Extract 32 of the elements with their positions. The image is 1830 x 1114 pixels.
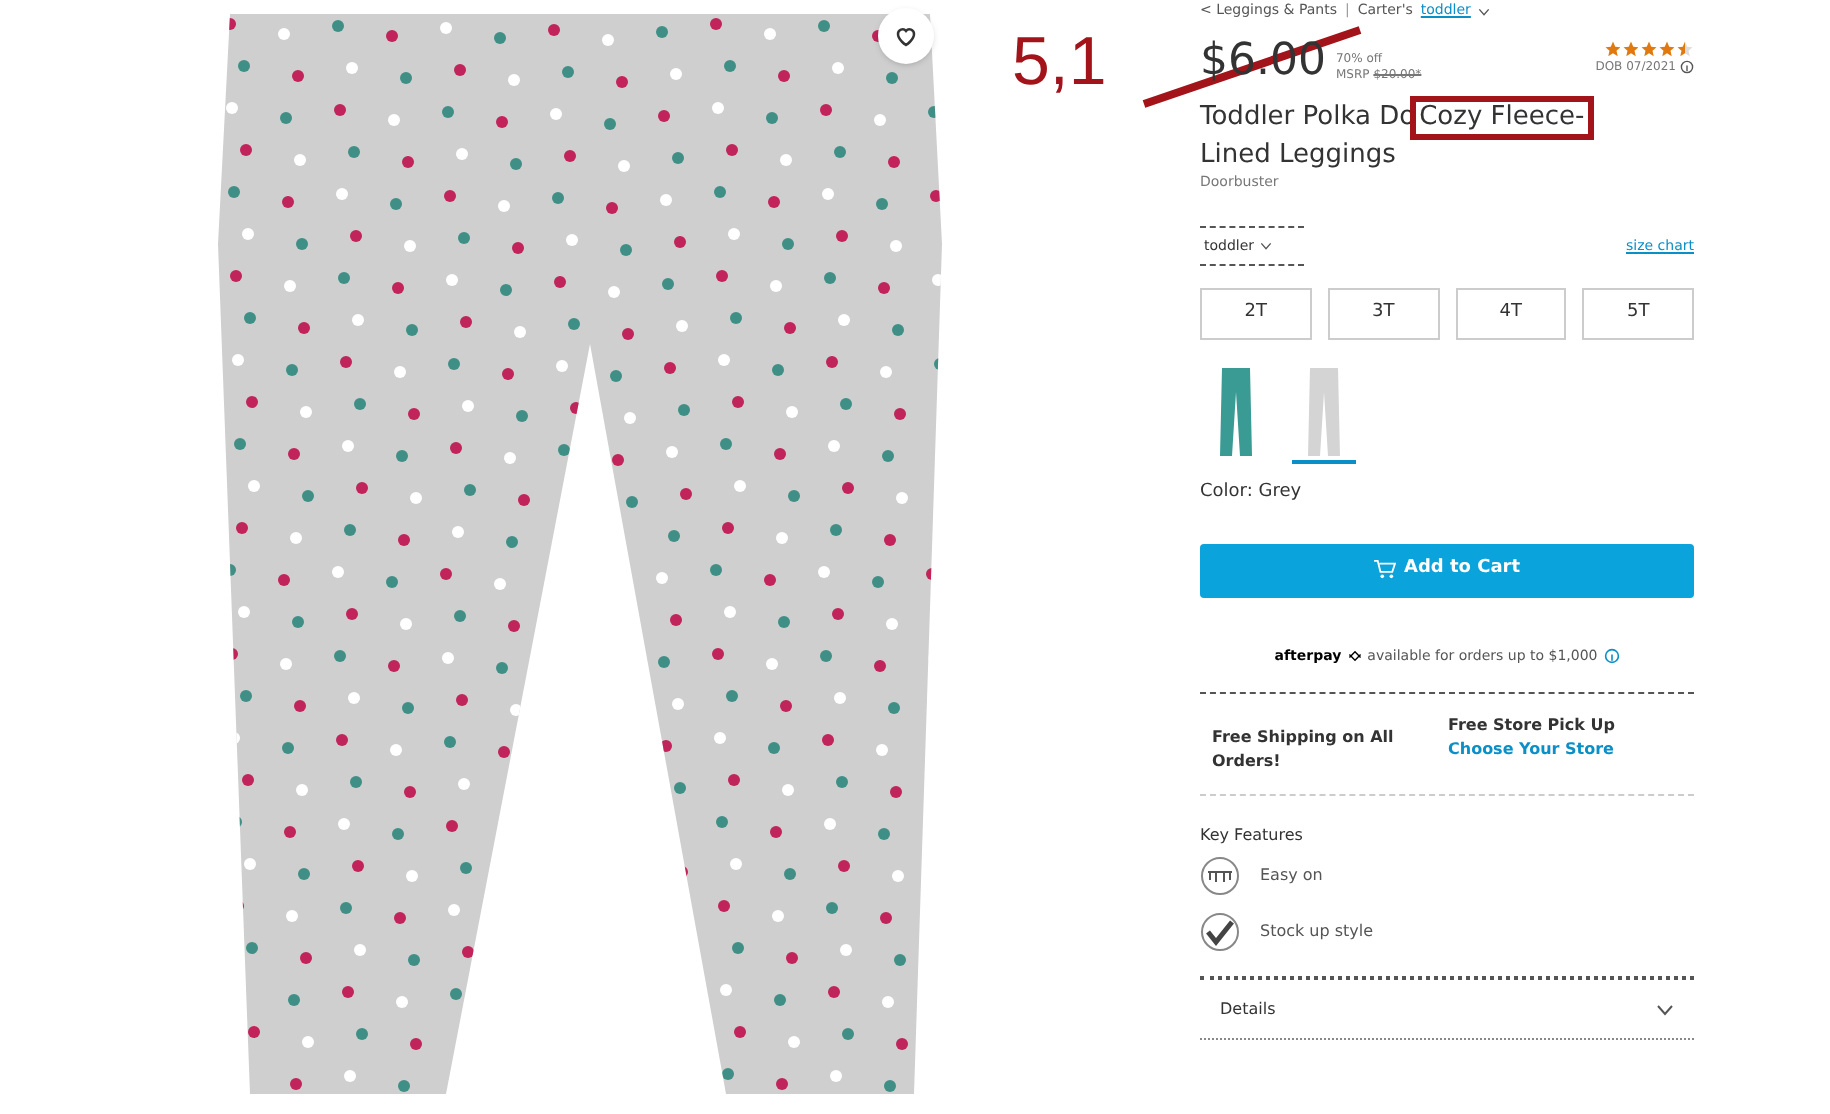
size-option[interactable]: 5T [1582,288,1694,340]
star-icon [1658,40,1676,58]
size-option[interactable]: 3T [1327,288,1439,340]
garment-icon [1200,856,1240,896]
star-icon [1622,40,1640,58]
chevron-down-icon [1656,1003,1674,1015]
leggings-icon [1220,368,1252,456]
feature-text: Stock up style [1260,920,1374,944]
size-option[interactable]: 4T [1455,288,1567,340]
annotation-text: 5,1 [1012,22,1107,104]
info-icon [1603,647,1620,664]
highlight-box: Cozy Fleece- [1409,96,1595,140]
star-icon [1604,40,1622,58]
feature-text: Easy on [1260,864,1323,888]
star-icon [1676,40,1694,58]
heart-icon [894,24,918,48]
title-text: Lined Leggings [1200,140,1396,170]
chevron-down-icon [1260,241,1273,250]
choose-store-link[interactable]: Choose Your Store [1448,738,1615,762]
leggings-icon [1308,368,1340,456]
info-icon [1680,60,1694,74]
details-accordion[interactable]: Details [1200,976,1694,1040]
chevron-down-icon [1478,7,1491,15]
color-label: Color: Grey [1200,480,1304,506]
shipping-text: Free Shipping on All Orders! [1212,726,1396,774]
color-swatch[interactable] [1292,368,1356,464]
checkmark-icon [1200,912,1240,952]
cart-icon [1373,560,1396,580]
star-icon [1640,40,1658,58]
size-option[interactable]: 2T [1200,288,1312,340]
key-features-title: Key Features [1200,824,1305,848]
pickup-title: Free Store Pick Up [1448,714,1615,738]
